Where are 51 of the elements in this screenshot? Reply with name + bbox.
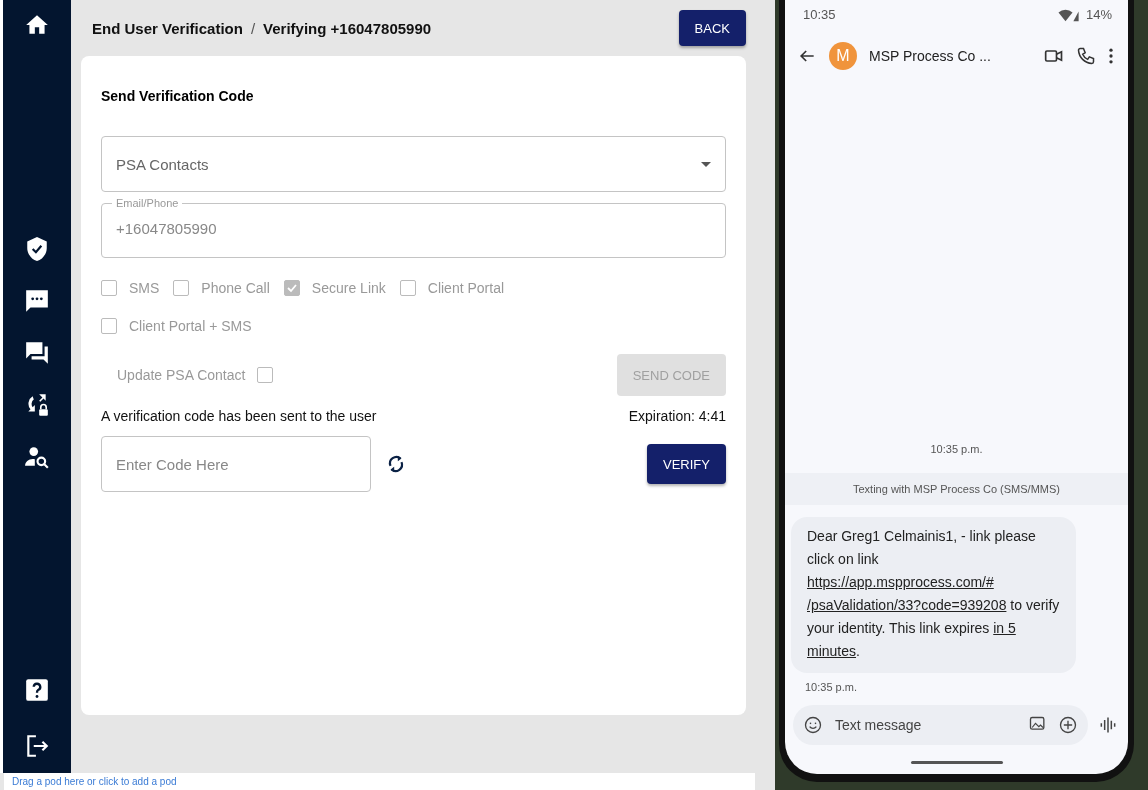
phone-icon[interactable] — [1076, 46, 1096, 66]
checkbox[interactable] — [257, 367, 274, 383]
checkbox[interactable] — [173, 280, 190, 296]
breadcrumb-item: Verifying +16047805990 — [263, 19, 432, 37]
checkbox-label: Update PSA Contact — [117, 367, 246, 383]
back-button[interactable]: BACK — [678, 10, 746, 46]
thread-info: Texting with MSP Process Co (SMS/MMS) — [785, 473, 1128, 505]
text-message-field[interactable]: Text message — [793, 705, 1088, 745]
add-pod-link[interactable]: Drag a pod here or click to add a pod — [12, 776, 177, 787]
checkbox-label: Client Portal + SMS — [129, 318, 252, 334]
contact-avatar: M — [829, 42, 857, 70]
checkbox-label: Client Portal — [427, 280, 505, 296]
expiration-timer: Expiration: 4:41 — [628, 408, 726, 424]
emoji-icon[interactable] — [803, 715, 823, 735]
email-phone-field[interactable]: Email/Phone +16047805990 — [101, 196, 726, 258]
message-link[interactable]: /psaValidation/33?code=939208 — [807, 597, 1007, 613]
checkbox[interactable] — [399, 280, 416, 296]
checkbox[interactable] — [101, 280, 117, 296]
help-icon[interactable] — [24, 677, 50, 703]
shield-check-icon[interactable] — [24, 236, 50, 262]
code-input-field[interactable]: Enter Code Here — [101, 436, 371, 492]
message-timestamp: 10:35 p.m. — [804, 680, 858, 693]
caret-icon — [701, 161, 711, 167]
forum-icon[interactable] — [24, 340, 50, 366]
more-options-icon[interactable] — [1108, 46, 1114, 66]
voice-icon[interactable] — [1098, 715, 1118, 735]
message-link[interactable]: in 5 — [993, 620, 1016, 636]
user-search-icon[interactable] — [24, 444, 50, 470]
checkbox-label: Phone Call — [201, 280, 270, 296]
chat-bubble-icon[interactable] — [24, 288, 50, 314]
check-icon — [285, 282, 298, 294]
add-icon[interactable] — [1058, 715, 1078, 735]
checkbox-label: SMS — [129, 280, 160, 296]
card-title: Send Verification Code — [101, 88, 255, 104]
logout-icon[interactable] — [24, 733, 50, 759]
status-message: A verification code has been sent to the user — [101, 408, 377, 424]
text-message-input[interactable]: Text message — [833, 716, 1018, 734]
contact-name: MSP Process Co ... — [869, 48, 992, 64]
message-bubble: Dear Greg1 Celmainis1, - link please click on link https://app.mspprocess.com/# /psaValidation/33?code=939208 to verify your identity. This link expires in 5 minutes. — [791, 517, 1076, 673]
wifi-signal-icon — [1056, 7, 1081, 22]
status-time: 10:35 — [803, 7, 836, 22]
message-link[interactable]: https://app.mspprocess.com/# — [807, 574, 994, 590]
message-timestamp: 10:35 p.m. — [929, 443, 984, 455]
checkbox[interactable] — [283, 280, 300, 296]
battery-percentage: 14% — [1085, 7, 1112, 22]
breadcrumb-item[interactable]: End User Verification — [92, 19, 243, 37]
checkbox-label: Secure Link — [311, 280, 386, 296]
breadcrumb-separator: / — [250, 19, 256, 37]
checkbox[interactable] — [101, 318, 117, 334]
contact-select[interactable]: PSA Contacts — [101, 136, 726, 192]
verify-button[interactable]: VERIFY — [647, 444, 726, 484]
